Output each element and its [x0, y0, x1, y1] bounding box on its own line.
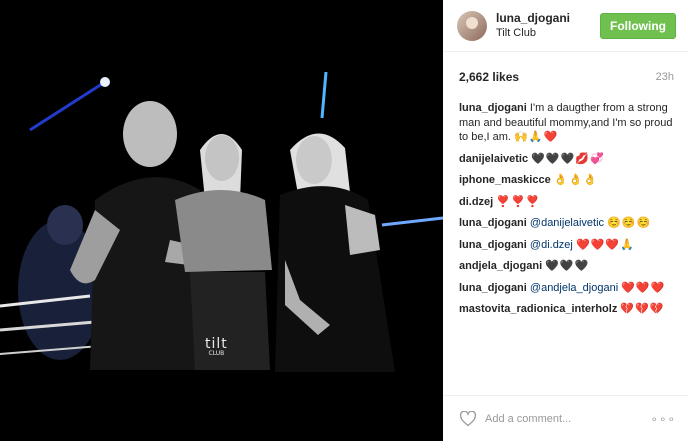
post-header: luna_djogani Tilt Club Following [443, 0, 688, 52]
comment-emoji: 💔💔💔 [620, 303, 665, 315]
comment-list: luna_djogani I'm a daugther from a stron… [443, 84, 688, 317]
comment: iphone_maskicce 👌👌👌 [459, 173, 674, 188]
author-info: luna_djogani Tilt Club [496, 11, 600, 41]
comment-emoji: 👌👌👌 [553, 174, 598, 186]
comment: di.dzej ❣️❣️❣️ [459, 195, 674, 210]
post-time[interactable]: 23h [656, 71, 674, 83]
avatar[interactable] [457, 10, 487, 41]
comment: luna_djogani @andjela_djogani ❤️❤️❤️ [459, 281, 674, 296]
comment-username[interactable]: andjela_djogani [459, 260, 542, 272]
post-meta: 2,662 likes 23h [443, 52, 688, 84]
comment: mastovita_radionica_interholz 💔💔💔 [459, 302, 674, 317]
comment-username[interactable]: di.dzej [459, 196, 493, 208]
comment: luna_djogani @di.dzej ❤️❤️❤️🙏 [459, 238, 674, 253]
more-options-icon[interactable]: ∘∘∘ [650, 412, 676, 426]
comment-username[interactable]: luna_djogani [459, 239, 527, 251]
tilt-club-watermark: tilt CLUB [205, 336, 228, 357]
comment-emoji: 🙌🙏❤️ [514, 131, 559, 143]
likes-count[interactable]: 2,662 likes [459, 70, 519, 84]
following-button[interactable]: Following [600, 12, 676, 39]
comment: luna_djogani @danijelaivetic ☺️☺️☺️ [459, 216, 674, 231]
comment-emoji: ☺️☺️☺️ [607, 217, 652, 229]
comment-username[interactable]: luna_djogani [459, 102, 527, 114]
post-photo[interactable]: tilt CLUB [0, 0, 443, 441]
add-comment-input[interactable]: Add a comment... [485, 413, 650, 425]
comment: andjela_djogani 🖤🖤🖤 [459, 259, 674, 274]
comment-emoji: ❤️❤️❤️ [621, 281, 666, 294]
comment: danijelaivetic 🖤🖤🖤💋💞 [459, 152, 674, 167]
photo-scene [0, 0, 443, 441]
comment-username[interactable]: luna_djogani [459, 282, 527, 294]
comment-emoji: 🖤🖤🖤💋💞 [531, 152, 605, 165]
comment-mention[interactable]: @andjela_djogani [530, 282, 618, 294]
comment-username[interactable]: iphone_maskicce [459, 174, 551, 186]
post-side-panel: luna_djogani Tilt Club Following 2,662 l… [443, 0, 688, 441]
comment-emoji: 🖤🖤🖤 [545, 260, 590, 272]
post-location[interactable]: Tilt Club [496, 26, 600, 41]
comment: luna_djogani I'm a daugther from a stron… [459, 101, 674, 145]
comment-username[interactable]: danijelaivetic [459, 153, 528, 165]
post-footer: Add a comment... ∘∘∘ [443, 395, 688, 441]
comment-emoji: ❤️❤️❤️🙏 [575, 238, 635, 251]
comment-mention[interactable]: @di.dzej [530, 239, 573, 251]
author-username[interactable]: luna_djogani [496, 11, 600, 26]
comment-username[interactable]: luna_djogani [459, 217, 527, 229]
comment-emoji: ❣️❣️❣️ [496, 195, 541, 208]
comment-username[interactable]: mastovita_radionica_interholz [459, 303, 617, 315]
comment-mention[interactable]: @danijelaivetic [530, 217, 604, 229]
heart-outline-icon[interactable] [459, 410, 477, 427]
